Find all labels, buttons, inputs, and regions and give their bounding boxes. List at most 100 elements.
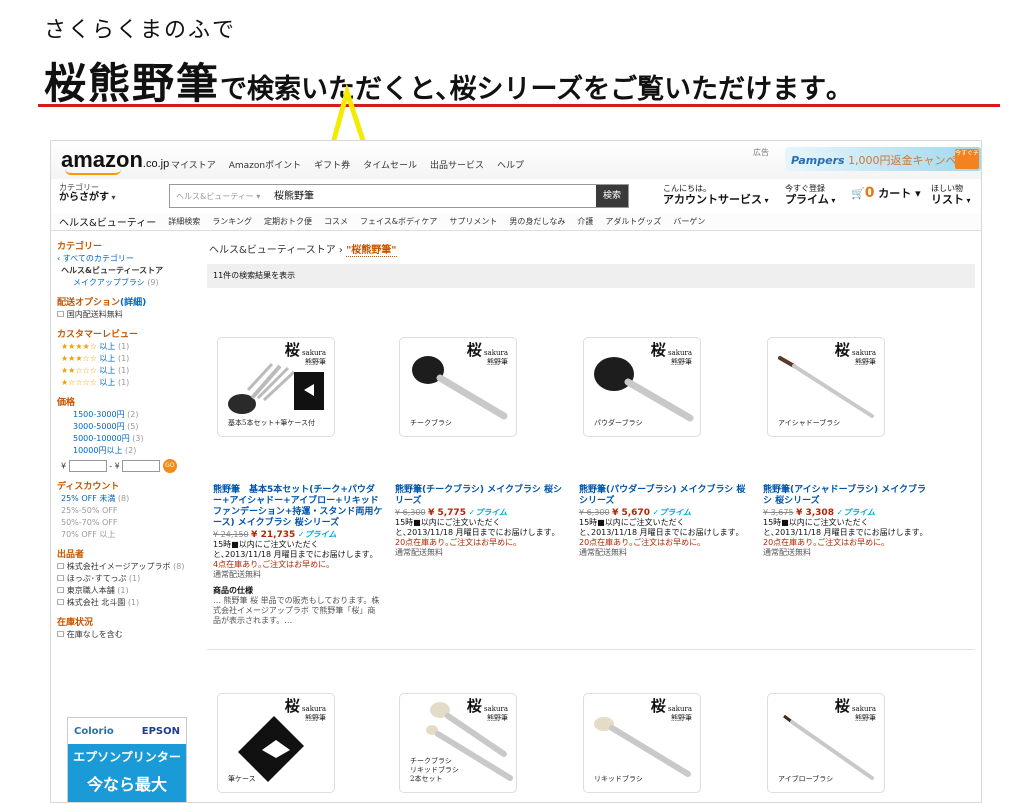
subnav-facebody[interactable]: フェイス&ボディケア [360,216,437,227]
account-menu[interactable]: こんにちは。 アカウントサービス ▾ [663,183,769,206]
product-image-card-4[interactable]: 桜 sakura 熊野筆 アイシャドーブラシ [767,337,885,437]
delivery-date: と､2013/11/18 月曜日までにお届けします｡ [579,528,740,537]
review-filter-3[interactable]: ★★★☆☆ 以上 (1) [57,353,207,365]
seller-filter-1[interactable]: ☐ 株式会社イメージアップラボ (8) [57,561,207,573]
product-info-4: 熊野筆(アイシャドーブラシ) メイクブラシ 桜シリーズ ¥ 3,675 ¥ 3,3… [763,485,933,558]
sakura-brand-mark: 桜 sakura 熊野筆 [834,341,876,367]
colorio-logo: Colorio [74,725,114,737]
price-heading: 価格 [57,398,76,408]
breadcrumb-store[interactable]: ヘルス&ビューティーストア [209,245,336,256]
product-image-card-1[interactable]: 桜 sakura 熊野筆 基本5本セット+筆ケース付 [217,337,335,437]
price-filter-2[interactable]: 3000-5000円 (5) [57,421,207,433]
subnav-ranking[interactable]: ランキング [212,216,252,227]
search-bar-row: カテゴリー からさがす ▾ ヘルス&ビューティー ▾ 検索 こんにちは。 アカウ… [51,179,981,213]
breadcrumb-query: "桜熊野筆" [346,245,397,257]
review-filter-1[interactable]: ★☆☆☆☆ 以上 (1) [57,377,207,389]
link-timesale[interactable]: タイムセール [363,158,417,171]
price-min-input[interactable] [68,460,107,472]
pampers-check-button[interactable]: 今すぐチェック [955,149,981,169]
stock-status: 20点在庫あり｡ご注文はお早めに｡ [763,538,886,547]
all-categories-link[interactable]: ‹ すべてのカテゴリー [57,253,207,265]
subnav-advanced[interactable]: 詳細検索 [168,216,200,227]
product-price: ¥ 24,150 ¥ 21,735 ✓プライム [213,530,337,540]
shipping-info: 通常配送無料 [579,548,627,557]
wishlist-menu[interactable]: ほしい物 リスト ▾ [931,183,971,206]
link-mystore[interactable]: マイストア [171,158,216,171]
free-shipping-checkbox[interactable]: ☐ 国内配送料無料 [57,309,207,321]
epson-ad-body: エプソンプリンター 今なら最大 [68,744,186,802]
subnav-cosme[interactable]: コスメ [324,216,348,227]
link-help[interactable]: ヘルプ [497,158,524,171]
ad-label: 広告 [753,148,769,157]
seller-heading: 出品者 [57,550,85,560]
include-out-of-stock-checkbox[interactable]: ☐ 在庫なしを含む [57,629,207,641]
seller-filter-2[interactable]: ☐ ほっぷ･すてっぷ (1) [57,573,207,585]
product-info-2: 熊野筆(チークブラシ) メイクブラシ 桜シリーズ ¥ 6,300 ¥ 5,775 … [395,485,565,558]
product-title[interactable]: 熊野筆 基本5本セット(チーク+パウダー+アイシャドー+アイブロー+リキッドファ… [213,485,383,529]
review-filter-4[interactable]: ★★★★☆ 以上 (1) [57,341,207,353]
link-giftcard[interactable]: ギフト券 [314,158,350,171]
subnav-supplement[interactable]: サプリメント [449,216,497,227]
seller-filter-3[interactable]: ☐ 東京職人本舗 (1) [57,585,207,597]
delivery-note: 15時■以内にご注文いただく [579,518,685,527]
product-image-row2-card-2[interactable]: 桜 sakura 熊野筆 チークブラシ リキッドブラシ 2本セット [399,693,517,793]
link-seller[interactable]: 出品サービス [430,158,484,171]
product-title[interactable]: 熊野筆(アイシャドーブラシ) メイクブラシ 桜シリーズ [763,485,933,507]
product-image-card-3[interactable]: 桜 sakura 熊野筆 パウダーブラシ [583,337,701,437]
cart-count: 0 [864,185,875,201]
delivery-heading: 配送オプション(詳細) [57,298,147,308]
product-image-card-2[interactable]: 桜 sakura 熊野筆 チークブラシ [399,337,517,437]
product-image-row2-card-1[interactable]: 桜 sakura 熊野筆 筆ケース [217,693,335,793]
cart-icon: 🛒 [851,187,865,200]
subnav-adult[interactable]: アダルトグッズ [605,216,661,227]
category-menu[interactable]: カテゴリー からさがす ▾ [59,183,116,203]
delivery-date: と､2013/11/18 月曜日までにお届けします｡ [763,528,924,537]
seller-filter-4[interactable]: ☐ 株式会社 北斗園 (1) [57,597,207,609]
product-image-label: チークブラシ [410,419,452,427]
smile-icon [65,169,121,175]
price-filter-1[interactable]: 1500-3000円 (2) [57,409,207,421]
chevron-down-icon: ▾ [111,193,116,202]
product-image-row2-card-4[interactable]: 桜 sakura 熊野筆 アイブローブラシ [767,693,885,793]
product-image-label: パウダーブラシ [594,419,643,427]
spec-text: … 熊野筆 桜 単品での販売もしております。株式会社イメージアップラボ で熊野筆… [213,596,380,625]
pampers-ad[interactable]: Pampers 1,000円返金キャンペーン 今すぐチェック [785,147,981,171]
product-image-label: チークブラシ リキッドブラシ 2本セット [410,757,459,783]
price-filter-3[interactable]: 5000-10000円 (3) [57,433,207,445]
delivery-date: と､2013/11/18 月曜日までにお届けします｡ [395,528,556,537]
price-filter-4[interactable]: 10000円以上 (2) [57,445,207,457]
review-filter-2[interactable]: ★★☆☆☆ 以上 (1) [57,365,207,377]
price-max-input[interactable] [122,460,161,472]
discount-filter-3: 50%-70% OFF [61,518,118,527]
product-price: ¥ 3,675 ¥ 3,308 ✓プライム [763,508,876,518]
stock-status: 20点在庫あり｡ご注文はお早めに｡ [579,538,702,547]
subnav-store[interactable]: ヘルス&ビューティー [59,214,156,229]
cart-button[interactable]: 🛒0 カート ▾ [851,185,921,201]
product-title[interactable]: 熊野筆(チークブラシ) メイクブラシ 桜シリーズ [395,485,565,507]
discount-filter-1[interactable]: 25% OFF 未満 (8) [57,493,207,505]
prime-menu[interactable]: 今すぐ登録 プライム ▾ [785,183,835,206]
subnav-mens[interactable]: 男の身だしなみ [509,216,565,227]
store-link[interactable]: ヘルス&ビューティーストア [57,265,207,277]
top-links: マイストア Amazonポイント ギフト券 タイムセール 出品サービス ヘルプ [171,158,524,171]
product-image-label: リキッドブラシ [594,775,643,783]
stock-status: 4点在庫あり｡ご注文はお早めに｡ [213,560,331,569]
search-button[interactable]: 検索 [596,185,628,207]
pampers-brand: Pampers [791,154,845,167]
shipping-info: 通常配送無料 [213,570,261,579]
product-image-row2-card-3[interactable]: 桜 sakura 熊野筆 リキッドブラシ [583,693,701,793]
subnav-bargain[interactable]: バーゲン [673,216,705,227]
product-title[interactable]: 熊野筆(パウダーブラシ) メイクブラシ 桜シリーズ [579,485,749,507]
search-category-dropdown[interactable]: ヘルス&ビューティー ▾ [176,191,260,202]
price-go-button[interactable]: GO [162,459,177,473]
product-image-label: 筆ケース [228,775,256,783]
delivery-note: 15時■以内にご注文いただく [395,518,501,527]
search-input[interactable] [274,189,574,200]
delivery-detail-link[interactable]: (詳細) [120,298,146,308]
subnav-subscribe[interactable]: 定期おトク便 [264,216,312,227]
epson-ad[interactable]: Colorio EPSON エプソンプリンター 今なら最大 [67,717,187,802]
link-points[interactable]: Amazonポイント [229,158,301,171]
makeup-brush-link[interactable]: メイクアップブラシ (9) [57,277,207,289]
stock-heading: 在庫状況 [57,618,94,628]
subnav-care[interactable]: 介護 [577,216,593,227]
